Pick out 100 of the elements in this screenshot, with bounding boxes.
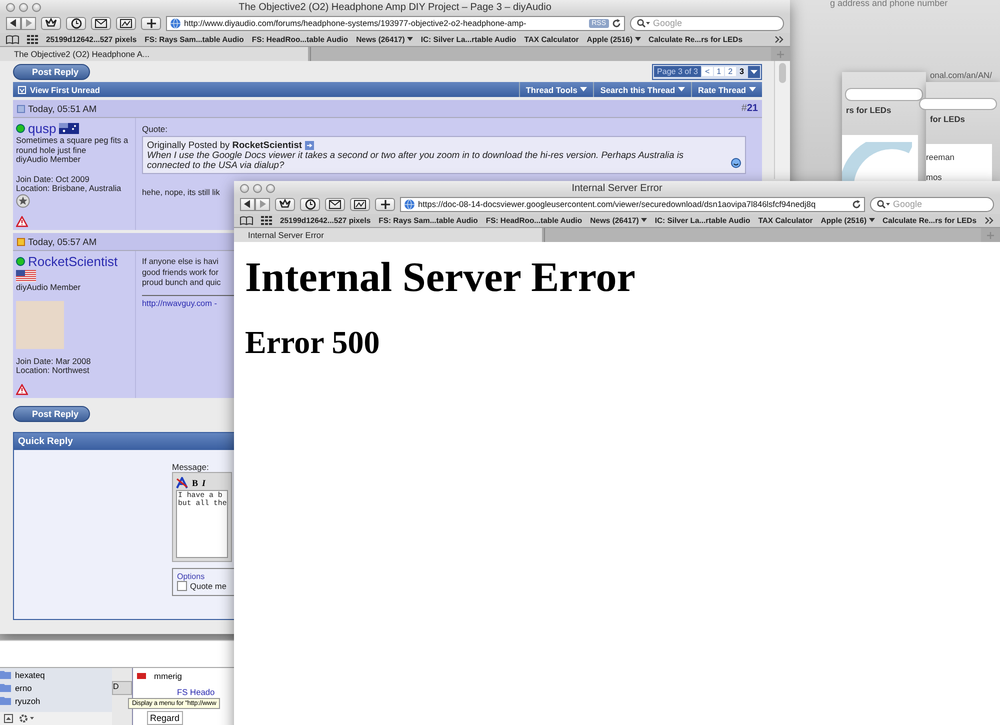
close-button[interactable] [6, 2, 15, 12]
thread-menu[interactable]: Thread Tools [518, 82, 594, 97]
chevron-icon[interactable] [985, 217, 994, 224]
error-heading: Internal Server Error [245, 254, 636, 302]
browser-tab[interactable]: The Objective2 (O2) Headphone A... [0, 47, 308, 61]
clock-icon [304, 198, 316, 210]
page-link[interactable]: 2 [725, 67, 736, 76]
folder-icon [0, 683, 11, 692]
list-item[interactable]: mos [926, 172, 942, 182]
mail-subject: FS Heado [176, 687, 215, 697]
add-bookmark-button[interactable] [141, 16, 161, 30]
dropdown-icon[interactable] [748, 66, 760, 78]
address-field[interactable]: https://doc-08-14-docsviewer.googleusercontent.com/viewer/securedownload/dsn1aovipa7l846lsfcf94nedj8q [400, 196, 865, 212]
signature-link[interactable]: http://nwavguy.com - [142, 298, 217, 308]
caret-icon [580, 87, 588, 92]
history-button[interactable] [300, 198, 320, 210]
scrollbar[interactable] [774, 61, 790, 179]
page-link[interactable]: 3 [736, 67, 747, 76]
book-icon[interactable] [6, 35, 19, 44]
warning-icon[interactable] [16, 216, 28, 227]
warning-icon[interactable] [16, 384, 28, 395]
mailbox-item[interactable]: erno [15, 682, 32, 692]
mailbox-icon[interactable] [4, 714, 13, 723]
snapshot-button[interactable] [350, 198, 370, 210]
back-button[interactable] [240, 198, 255, 210]
text-field[interactable]: Regard [147, 711, 183, 725]
search-field[interactable] [845, 88, 923, 101]
view-first-unread-link[interactable]: View First Unread [13, 82, 105, 97]
error-code: Error 500 [245, 324, 381, 361]
username-link[interactable]: RocketScientist [28, 254, 118, 269]
bookmark-link[interactable]: rs for LEDs [842, 105, 892, 115]
previous-page-link[interactable]: < [702, 67, 713, 76]
join-date: Join Date: Oct 2009 [16, 174, 90, 184]
plus-icon [380, 200, 390, 208]
tray-icon [45, 18, 57, 28]
mail-button[interactable] [91, 16, 111, 30]
chevron-icon[interactable] [775, 36, 784, 43]
checkbox[interactable] [177, 580, 187, 591]
zoom-button[interactable] [266, 184, 275, 192]
arc-drawing [842, 142, 912, 182]
folder-icon [0, 696, 11, 705]
page-link[interactable]: 1 [714, 67, 724, 76]
flag-icon [59, 123, 80, 134]
italic-button[interactable]: I [202, 478, 206, 488]
reload-icon[interactable] [852, 200, 861, 208]
minimize-button[interactable] [253, 184, 262, 192]
flag-icon [16, 270, 36, 282]
checkbox-label: Quote me [190, 580, 226, 591]
forward-icon [25, 19, 32, 27]
post-number-link[interactable]: #21 [741, 103, 758, 114]
envelope-icon [95, 18, 107, 28]
folder-icon [0, 670, 11, 679]
picture-icon [354, 200, 366, 208]
mail-sender: mmerig [154, 671, 182, 681]
page-label: Page 3 of 3 [654, 66, 701, 77]
bold-button[interactable]: B [192, 478, 198, 488]
snapshot-button[interactable] [116, 16, 136, 30]
close-button[interactable] [240, 184, 249, 192]
browser-tab[interactable]: Internal Server Error [234, 228, 542, 242]
message-label: Message: [172, 462, 209, 472]
book-icon[interactable] [240, 216, 253, 225]
post-text: good friends work for [142, 268, 218, 278]
grid-icon[interactable] [261, 216, 272, 225]
mailbox-item[interactable]: hexateq [15, 670, 45, 680]
bookmark-link[interactable]: for LEDs [926, 114, 965, 124]
forward-icon [259, 200, 266, 208]
username-link[interactable]: qusp [28, 121, 56, 136]
globe-icon [170, 18, 181, 28]
thread-menu[interactable]: Search this Thread [593, 82, 692, 97]
history-button[interactable] [66, 16, 86, 30]
grid-icon[interactable] [27, 35, 38, 44]
mailbox-item[interactable]: ryuzoh [15, 696, 40, 706]
gear-icon[interactable] [19, 714, 35, 723]
minimize-button[interactable] [19, 2, 28, 12]
envelope-icon [329, 200, 341, 208]
view-post-icon[interactable] [305, 140, 314, 150]
list-item[interactable]: reeman [926, 152, 954, 162]
add-bookmark-button[interactable] [375, 198, 395, 210]
user-rank: diyAudio Member [16, 283, 81, 293]
post-reply-button[interactable]: Post Reply [13, 64, 90, 80]
join-date: Join Date: Mar 2008 [16, 356, 91, 366]
tray-button[interactable] [41, 16, 61, 30]
plus-icon [146, 18, 156, 28]
user-location: Location: Brisbane, Australia [16, 184, 122, 194]
post-reply-button[interactable]: Post Reply [13, 406, 90, 422]
back-button[interactable] [6, 16, 21, 30]
picture-icon [120, 18, 132, 28]
toolbar-button[interactable]: D [112, 681, 132, 695]
quote-author: Originally Posted by RocketScientist [147, 140, 302, 150]
window-title: Internal Server Error [572, 182, 662, 194]
tray-button[interactable] [275, 198, 295, 210]
post-text: If anyone else is havi [142, 257, 218, 268]
reload-icon[interactable] [612, 18, 621, 28]
caret-icon [678, 87, 686, 92]
search-field[interactable] [919, 98, 997, 110]
zoom-button[interactable] [32, 2, 41, 12]
mail-button[interactable] [325, 198, 345, 210]
quote-label: Quote: [142, 124, 168, 134]
thread-menu[interactable]: Rate Thread [691, 82, 762, 97]
font-icon[interactable] [176, 476, 188, 489]
